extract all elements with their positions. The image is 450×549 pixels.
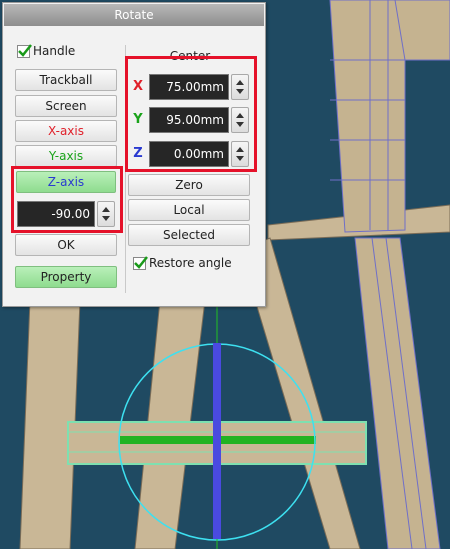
checkmark-icon [133, 255, 148, 270]
checkmark-icon [17, 43, 32, 58]
trackball-button[interactable]: Trackball [15, 69, 117, 91]
handle-label: Handle [33, 44, 76, 58]
screen-button[interactable]: Screen [15, 95, 117, 117]
selected-button[interactable]: Selected [128, 224, 250, 246]
local-button[interactable]: Local [128, 199, 250, 221]
y-axis-button[interactable]: Y-axis [15, 145, 117, 167]
zero-button[interactable]: Zero [128, 174, 250, 196]
top-rail [394, 0, 450, 61]
right-leg [354, 237, 441, 549]
property-button[interactable]: Property [15, 266, 117, 288]
z-axis-handle [213, 343, 221, 539]
z-axis-angle-highlight [11, 166, 123, 233]
restore-angle-checkbox[interactable]: Restore angle [133, 255, 232, 270]
restore-angle-label: Restore angle [149, 256, 232, 270]
ok-button[interactable]: OK [15, 234, 117, 256]
chair-back-post [329, 0, 406, 233]
center-fields-highlight [125, 56, 257, 172]
handle-checkbox[interactable]: Handle [17, 43, 76, 58]
x-axis-button[interactable]: X-axis [15, 120, 117, 142]
dialog-title[interactable]: Rotate [4, 4, 264, 26]
rotate-dialog: Rotate Handle Center Trackball Screen X-… [2, 2, 266, 307]
